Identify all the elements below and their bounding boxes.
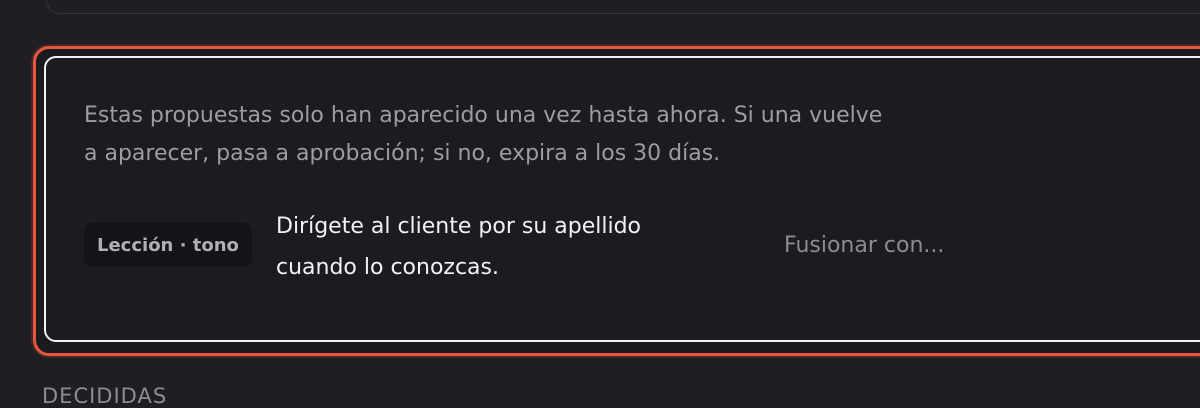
decided-section-heading: DECIDIDAS (42, 384, 168, 408)
lesson-tone-badge: Lección · tono (84, 223, 252, 267)
pending-notice-text: Estas propuestas solo han aparecido una … (84, 103, 883, 166)
lesson-text: Dirígete al cliente por su apellido cuan… (276, 214, 642, 280)
previous-panel (46, 0, 1200, 14)
merge-with-button[interactable]: Fusionar con... (784, 226, 944, 264)
